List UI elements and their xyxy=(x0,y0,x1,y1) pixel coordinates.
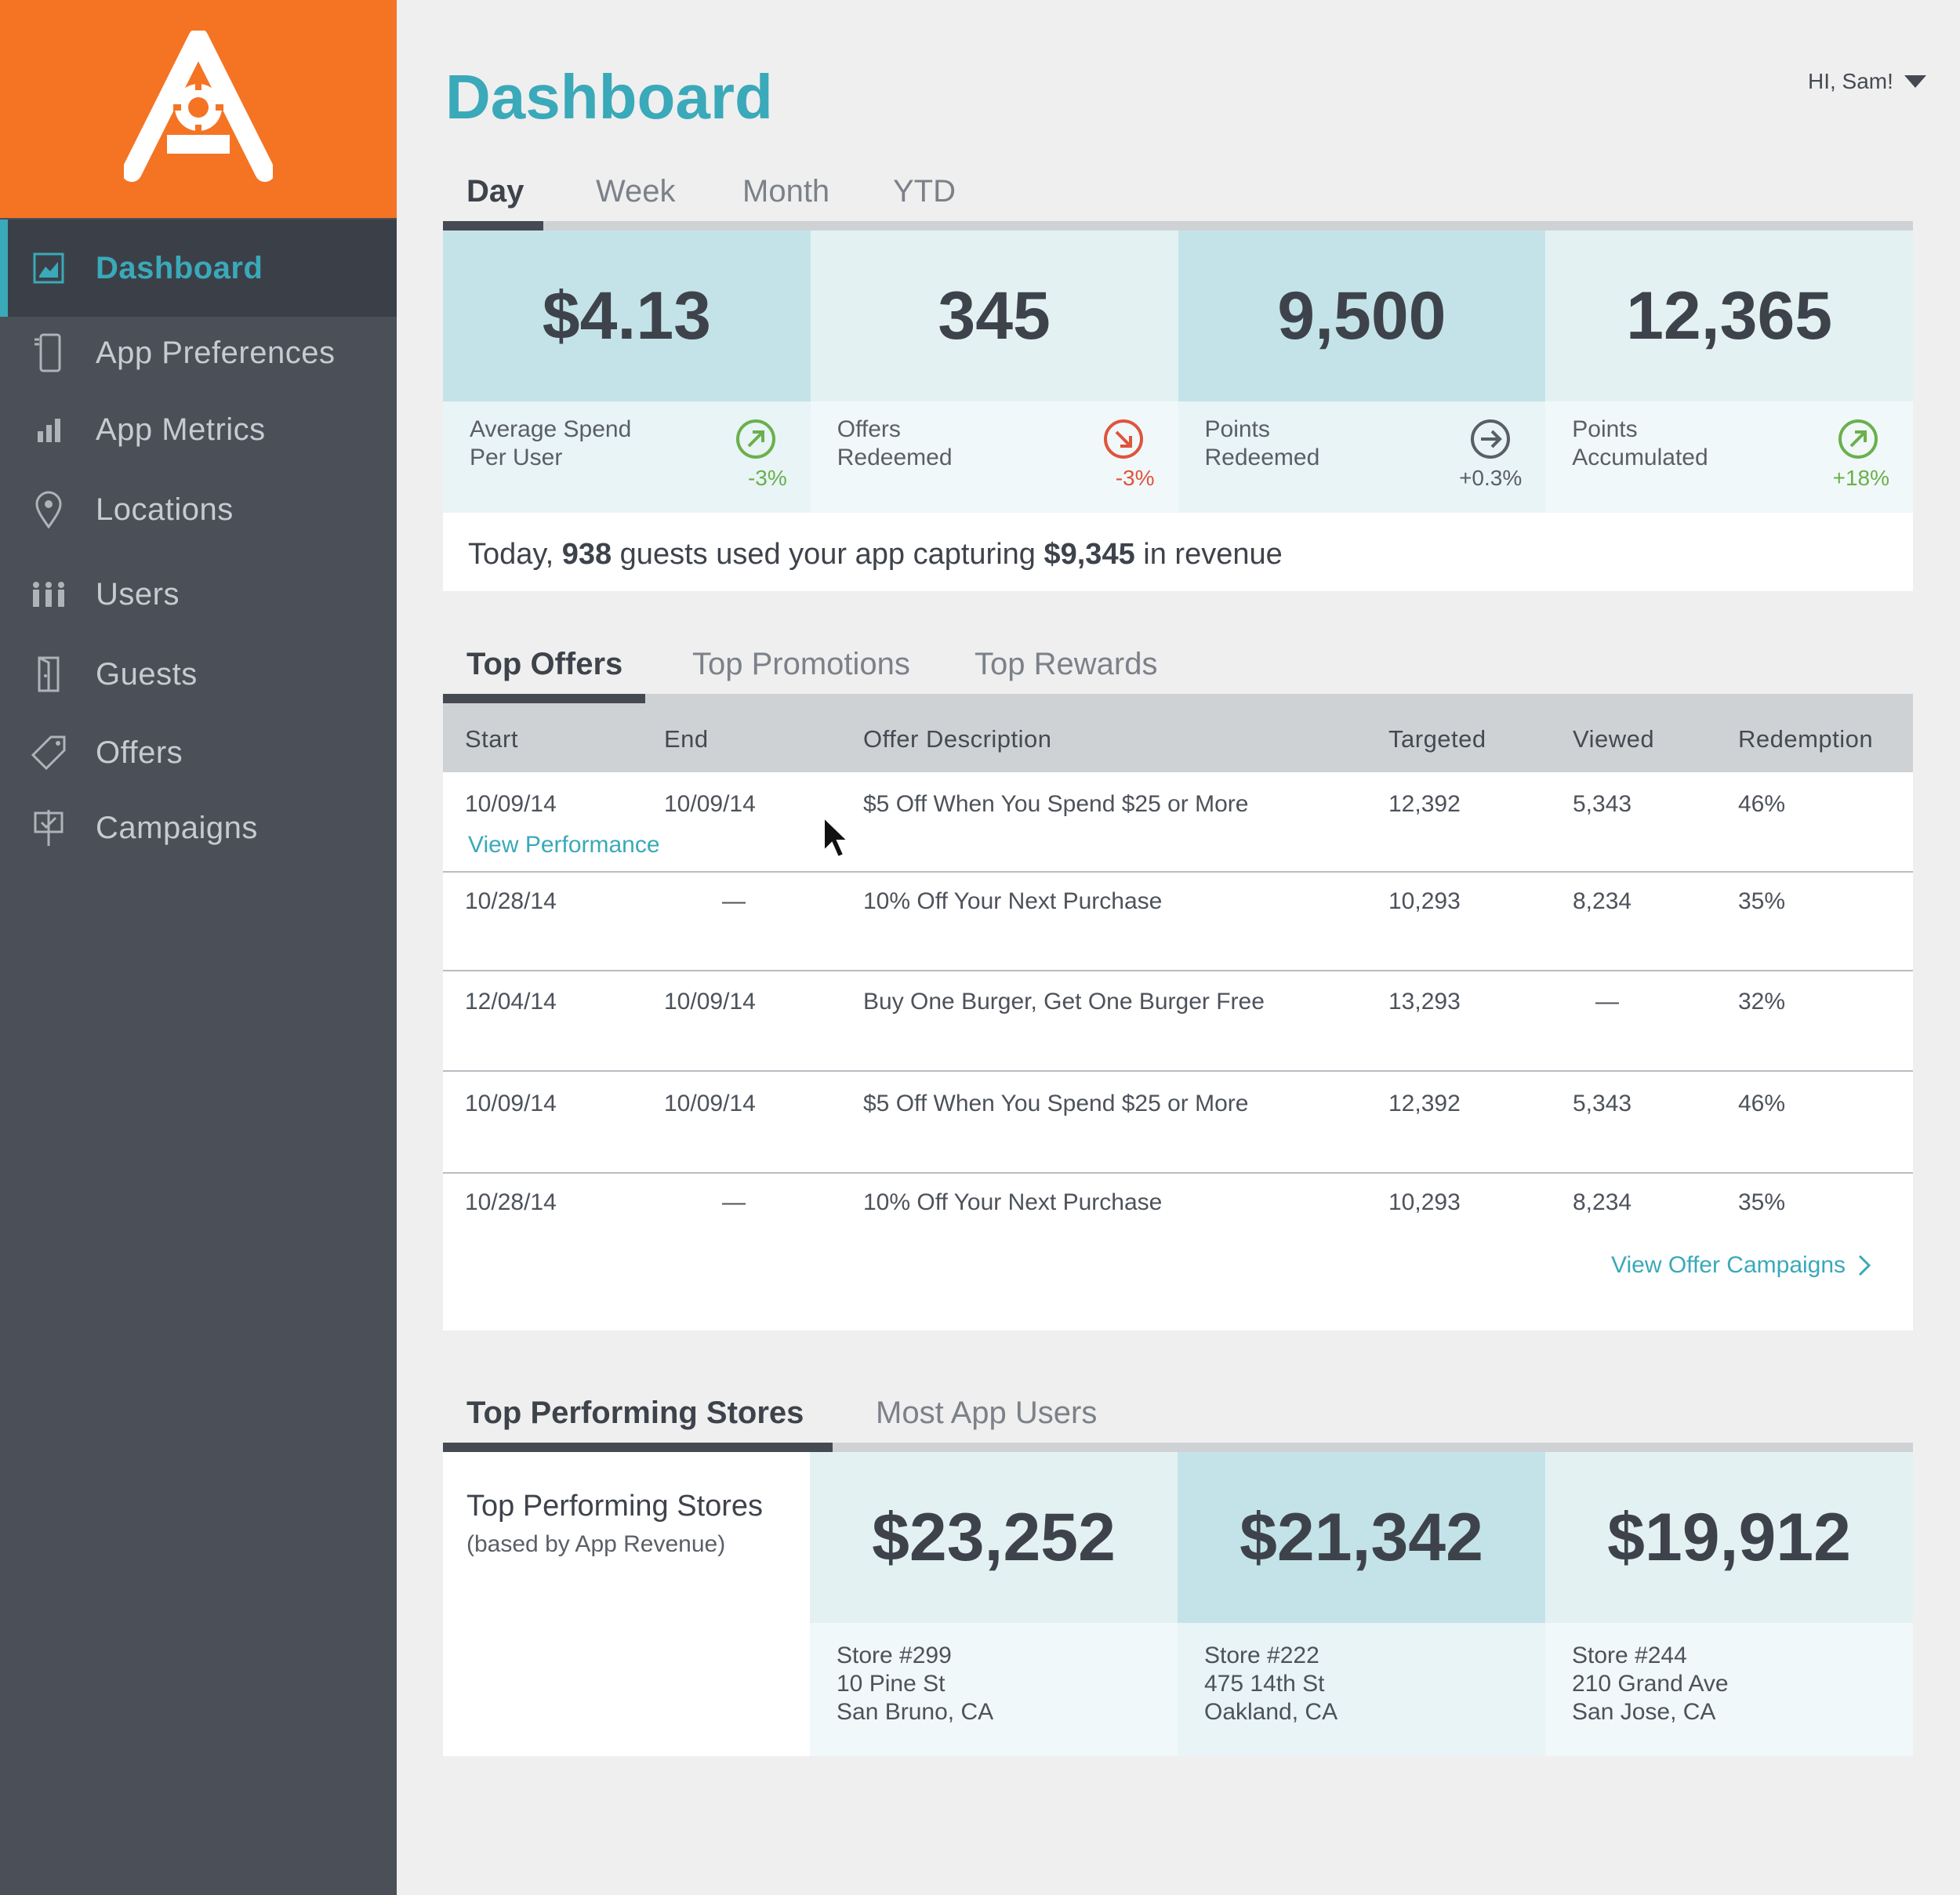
table-row[interactable]: 10/09/14 10/09/14 $5 Off When You Spend … xyxy=(443,772,1913,873)
column-header[interactable]: Targeted xyxy=(1388,725,1486,753)
table-row[interactable]: 10/09/14 10/09/14 $5 Off When You Spend … xyxy=(443,1072,1913,1174)
kpi-label: Points Redeemed xyxy=(1204,416,1320,470)
kpi-label: Average Spend Per User xyxy=(470,416,632,470)
sidebar-item-label: Locations xyxy=(96,492,234,527)
phone-icon xyxy=(30,332,67,373)
tab-day[interactable]: Day xyxy=(466,174,524,209)
tab-top-offers[interactable]: Top Offers xyxy=(466,647,622,682)
kpi-card: 345 Offers Redeemed -3% xyxy=(810,231,1178,513)
sidebar: Dashboard App Preferences App Metrics Lo… xyxy=(0,0,397,1895)
tab-month[interactable]: Month xyxy=(742,174,829,209)
offers-table: Start End Offer Description Targeted Vie… xyxy=(443,703,1913,1330)
active-tab-indicator xyxy=(443,694,645,703)
kpi-change: -3% xyxy=(747,466,787,490)
kpi-card: 12,365 Points Accumulated +18% xyxy=(1545,231,1913,513)
arrow-up-right-icon xyxy=(735,419,775,459)
revenue-amount: $9,345 xyxy=(1044,537,1135,571)
sign-icon xyxy=(30,808,67,848)
stores-title: Top Performing Stores xyxy=(466,1490,764,1523)
bar-chart-icon xyxy=(30,409,67,450)
column-header[interactable]: End xyxy=(664,725,709,753)
store-revenue: $19,912 xyxy=(1545,1452,1913,1623)
table-row[interactable]: 12/04/14 10/09/14 Buy One Burger, Get On… xyxy=(443,971,1913,1072)
active-tab-indicator xyxy=(443,1443,833,1452)
store-address: Store #244 210 Grand Ave San Jose, CA xyxy=(1545,1623,1913,1756)
store-tabs: Top Performing Stores Most App Users xyxy=(443,1380,1913,1452)
tab-most-app-users[interactable]: Most App Users xyxy=(876,1396,1097,1431)
column-header[interactable]: Viewed xyxy=(1573,725,1654,753)
tab-top-promotions[interactable]: Top Promotions xyxy=(692,647,910,682)
view-performance-link[interactable]: View Performance xyxy=(468,832,660,859)
kpi-change: +0.3% xyxy=(1459,466,1523,490)
chevron-right-icon xyxy=(1858,1254,1871,1276)
door-icon xyxy=(30,654,67,695)
kpi-label: Points Accumulated xyxy=(1572,416,1708,470)
page-title: Dashboard xyxy=(445,62,773,132)
column-header[interactable]: Redemption xyxy=(1738,725,1873,753)
kpi-value: 345 xyxy=(810,231,1178,401)
users-icon xyxy=(30,574,67,615)
column-header[interactable]: Start xyxy=(465,725,518,753)
kpi-change: +18% xyxy=(1832,466,1889,490)
sidebar-item-label: Offers xyxy=(96,735,183,770)
store-card[interactable]: $23,252 Store #299 10 Pine St San Bruno,… xyxy=(810,1452,1178,1756)
table-row[interactable]: 10/28/14 — 10% Off Your Next Purchase 10… xyxy=(443,873,1913,971)
column-header[interactable]: Offer Description xyxy=(863,725,1052,753)
mouse-cursor-icon xyxy=(823,816,849,859)
app-logo-icon xyxy=(124,31,273,182)
offer-tabs: Top Offers Top Promotions Top Rewards xyxy=(443,631,1913,703)
store-address: Store #299 10 Pine St San Bruno, CA xyxy=(810,1623,1178,1756)
view-offer-campaigns-link[interactable]: View Offer Campaigns xyxy=(1611,1252,1872,1279)
sidebar-item-label: Campaigns xyxy=(96,810,258,845)
store-revenue: $23,252 xyxy=(810,1452,1178,1623)
kpi-panel: $4.13 Average Spend Per User -3% 345 Off… xyxy=(443,231,1913,591)
kpi-card: $4.13 Average Spend Per User -3% xyxy=(443,231,811,513)
tab-week[interactable]: Week xyxy=(596,174,676,209)
store-card[interactable]: $21,342 Store #222 475 14th St Oakland, … xyxy=(1178,1452,1545,1756)
tab-ytd[interactable]: YTD xyxy=(893,174,956,209)
store-revenue: $21,342 xyxy=(1178,1452,1545,1623)
kpi-value: $4.13 xyxy=(443,231,811,401)
kpi-label: Offers Redeemed xyxy=(837,416,953,470)
sidebar-item-locations[interactable]: Locations xyxy=(0,461,397,558)
active-tab-indicator xyxy=(443,221,543,231)
arrow-up-right-icon xyxy=(1838,419,1878,459)
tab-top-rewards[interactable]: Top Rewards xyxy=(975,647,1157,682)
tag-icon xyxy=(30,732,67,773)
chevron-down-icon xyxy=(1904,75,1926,88)
kpi-card: 9,500 Points Redeemed +0.3% xyxy=(1178,231,1546,513)
sidebar-item-dashboard[interactable]: Dashboard xyxy=(0,220,397,317)
sidebar-item-label: App Preferences xyxy=(96,335,336,370)
store-address: Store #222 475 14th St Oakland, CA xyxy=(1178,1623,1545,1756)
sidebar-item-campaigns[interactable]: Campaigns xyxy=(0,779,397,877)
dashboard-icon xyxy=(30,248,67,289)
user-greeting: HI, Sam! xyxy=(1808,69,1893,93)
guest-count: 938 xyxy=(561,537,612,571)
map-pin-icon xyxy=(30,489,67,530)
sidebar-item-label: Users xyxy=(96,576,180,612)
stores-panel: Top Performing Stores (based by App Reve… xyxy=(443,1452,1913,1756)
sidebar-item-label: Guests xyxy=(96,656,198,692)
kpi-value: 12,365 xyxy=(1545,231,1913,401)
table-header: Start End Offer Description Targeted Vie… xyxy=(443,703,1913,772)
period-tabs: Day Week Month YTD xyxy=(443,158,1913,231)
summary-text: Today, 938 guests used your app capturin… xyxy=(468,537,1283,571)
kpi-value: 9,500 xyxy=(1178,231,1546,401)
logo[interactable] xyxy=(0,0,397,218)
arrow-down-right-icon xyxy=(1103,419,1143,459)
sidebar-item-label: Dashboard xyxy=(96,250,263,285)
user-menu[interactable]: HI, Sam! xyxy=(1808,69,1926,94)
stores-subtitle: (based by App Revenue) xyxy=(466,1531,726,1557)
sidebar-item-label: App Metrics xyxy=(96,412,266,447)
tab-top-performing-stores[interactable]: Top Performing Stores xyxy=(466,1396,804,1431)
kpi-change: -3% xyxy=(1115,466,1155,490)
arrow-right-icon xyxy=(1471,419,1511,459)
store-card[interactable]: $19,912 Store #244 210 Grand Ave San Jos… xyxy=(1545,1452,1913,1756)
